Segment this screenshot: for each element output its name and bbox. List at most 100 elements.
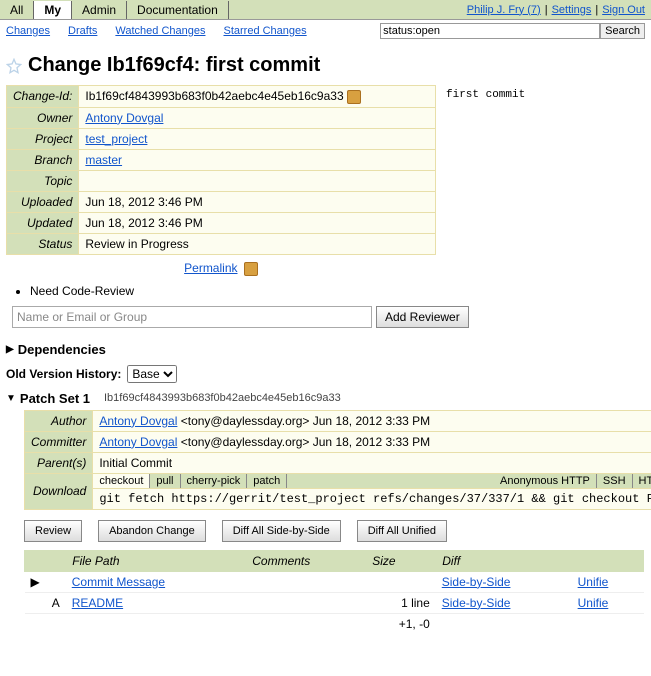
abandon-button[interactable]: Abandon Change [98,520,206,542]
diff-unified-link[interactable]: Unifie [578,575,609,589]
col-mod [46,550,66,571]
review-button[interactable]: Review [24,520,82,542]
col-arrow [25,550,46,571]
diff-sbs-link[interactable]: Side-by-Side [442,575,511,589]
top-right: Philip J. Fry (7) | Settings | Sign Out [467,4,651,16]
dl-tab-cherrypick[interactable]: cherry-pick [181,474,248,488]
label-owner: Owner [7,107,79,128]
subnav-changes[interactable]: Changes [6,25,50,37]
action-buttons: Review Abandon Change Diff All Side-by-S… [0,510,651,550]
page-title: Change Ib1f69cf4: first commit [28,54,320,77]
row-mod [46,571,66,592]
files-table: File Path Comments Size Diff ▶ Commit Me… [24,550,644,634]
label-branch: Branch [7,149,79,170]
row-size [366,571,436,592]
top-menu: All My Admin Documentation Philip J. Fry… [0,0,651,20]
tab-admin[interactable]: Admin [72,1,127,19]
clipboard-icon[interactable] [244,262,258,276]
dl-proto-ssh[interactable]: SSH [597,474,633,488]
label-project: Project [7,128,79,149]
row-size: 1 line [366,592,436,613]
diff-sbs-button[interactable]: Diff All Side-by-Side [222,520,341,542]
val-topic [79,170,436,191]
label-change-id: Change-Id: [7,86,79,108]
file-row: A README 1 line Side-by-Side Unifie [25,592,644,613]
subnav-drafts[interactable]: Drafts [68,25,97,37]
patchset-hash: Ib1f69cf4843993b683f0b42aebc4e45eb16c9a3… [104,392,341,404]
settings-link[interactable]: Settings [552,4,592,16]
dependencies-section[interactable]: ▶ Dependencies [0,338,651,361]
col-size: Size [366,550,436,571]
file-link[interactable]: README [72,596,123,610]
file-row: ▶ Commit Message Side-by-Side Unifie [25,571,644,592]
top-tabs: All My Admin Documentation [0,1,229,19]
permalink-link[interactable]: Permalink [184,261,237,275]
row-mod: A [46,592,66,613]
info-wrap: Change-Id: Ib1f69cf4843993b683f0b42aebc4… [0,85,651,255]
dl-proto-anon[interactable]: Anonymous HTTP [494,474,597,488]
search-button[interactable]: Search [600,23,645,39]
expand-icon: ▶ [6,344,14,355]
dl-proto-http[interactable]: HTTP [633,474,651,488]
val-uploaded: Jun 18, 2012 3:46 PM [79,191,436,212]
search-box: Search [380,23,645,39]
search-input[interactable] [380,23,600,39]
label-updated: Updated [7,212,79,233]
label-author: Author [25,410,93,431]
dl-tab-pull[interactable]: pull [150,474,180,488]
download-tabs: checkout pull cherry-pick patch Anonymou… [93,474,651,488]
val-change-id: Ib1f69cf4843993b683f0b42aebc4e45eb16c9a3… [79,86,436,108]
label-download: Download [25,473,93,509]
owner-link[interactable]: Antony Dovgal [85,111,163,125]
sub-nav: Changes Drafts Watched Changes Starred C… [0,20,651,42]
col-comments: Comments [246,550,366,571]
col-diff: Diff [436,550,572,571]
patchset-label: Patch Set 1 [20,391,90,406]
tab-documentation[interactable]: Documentation [127,1,229,19]
label-parents: Parent(s) [25,452,93,473]
title-row: Change Ib1f69cf4: first commit [0,42,651,85]
committer-link[interactable]: Antony Dovgal [99,435,177,449]
patchset-section[interactable]: ▼ Patch Set 1 Ib1f69cf4843993b683f0b42ae… [0,387,651,410]
diff-unified-link[interactable]: Unifie [578,596,609,610]
author-rest: <tony@daylessday.org> Jun 18, 2012 3:33 … [177,414,430,428]
clipboard-icon[interactable] [347,90,361,104]
row-comments [246,592,366,613]
dl-tab-checkout[interactable]: checkout [93,474,150,488]
star-icon[interactable] [6,58,22,74]
col-filepath: File Path [66,550,246,571]
author-link[interactable]: Antony Dovgal [99,414,177,428]
project-link[interactable]: test_project [85,132,147,146]
ovh-select[interactable]: Base [127,365,177,383]
row-arrow-icon: ▶ [25,571,46,592]
subnav-watched[interactable]: Watched Changes [115,25,205,37]
val-parents: Initial Commit [93,452,651,473]
ovh-label: Old Version History: [6,367,121,381]
label-uploaded: Uploaded [7,191,79,212]
committer-rest: <tony@daylessday.org> Jun 18, 2012 3:33 … [177,435,430,449]
diff-unified-button[interactable]: Diff All Unified [357,520,447,542]
add-reviewer-row: Add Reviewer [0,304,651,338]
diff-sbs-link[interactable]: Side-by-Side [442,596,511,610]
val-status: Review in Progress [79,233,436,254]
user-link[interactable]: Philip J. Fry (7) [467,4,541,16]
permalink-row: Permalink [6,255,436,282]
file-total-row: +1, -0 [25,613,644,634]
subnav-starred[interactable]: Starred Changes [223,25,306,37]
download-command[interactable]: git fetch https://gerrit/test_project re… [93,488,651,509]
branch-link[interactable]: master [85,153,122,167]
col-diff2 [572,550,644,571]
old-version-row: Old Version History: Base [0,361,651,387]
tab-my[interactable]: My [34,1,72,19]
file-link[interactable]: Commit Message [72,575,165,589]
change-info-table: Change-Id: Ib1f69cf4843993b683f0b42aebc4… [6,85,436,255]
reviewer-input[interactable] [12,306,372,328]
label-status: Status [7,233,79,254]
collapse-icon: ▼ [6,393,16,404]
signout-link[interactable]: Sign Out [602,4,645,16]
dependencies-label: Dependencies [18,342,106,357]
add-reviewer-button[interactable]: Add Reviewer [376,306,469,328]
dl-tab-patch[interactable]: patch [247,474,287,488]
val-updated: Jun 18, 2012 3:46 PM [79,212,436,233]
tab-all[interactable]: All [0,1,34,19]
